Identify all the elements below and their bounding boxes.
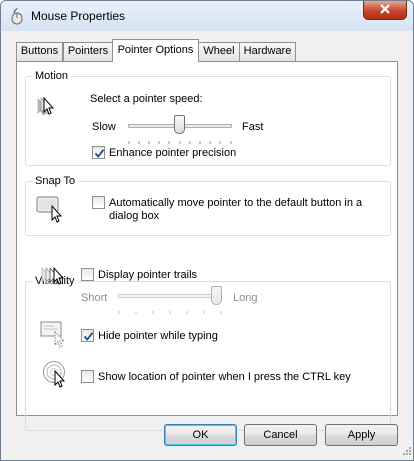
hide-while-typing-icon [40,320,68,351]
show-location-checkbox[interactable] [81,370,94,383]
motion-group: Motion Select a pointer speed: Slow Fast… [25,70,391,166]
pointer-trails-track[interactable] [118,294,222,298]
mouse-icon [9,7,25,25]
hide-while-typing-checkbox[interactable] [81,329,94,342]
tab-hardware[interactable]: Hardware [239,42,296,61]
resize-grip-icon[interactable] [402,446,412,459]
apply-button[interactable]: Apply [325,424,398,446]
cancel-button[interactable]: Cancel [244,424,317,446]
tab-wheel[interactable]: Wheel [198,42,240,61]
snap-to-label-line1[interactable]: Automatically move pointer to the defaul… [109,197,362,210]
title-bar[interactable]: Mouse Properties [1,1,413,31]
enhance-precision-checkbox[interactable] [92,146,105,159]
window-title: Mouse Properties [31,9,126,23]
snap-to-checkbox[interactable] [92,196,105,209]
ok-button[interactable]: OK [164,424,237,446]
snap-to-group: Snap To Automatically move pointer to th… [25,175,391,236]
hide-while-typing-label[interactable]: Hide pointer while typing [98,330,218,343]
snap-to-label-line2[interactable]: dialog box [109,210,159,223]
pointer-trails-slider-thumb[interactable] [211,286,222,305]
pointer-trails-icon [40,266,72,293]
tab-pointer-options[interactable]: Pointer Options [112,39,199,62]
pointer-speed-icon [36,95,62,124]
close-button[interactable] [363,1,407,20]
pointer-trails-checkbox[interactable] [81,268,94,281]
tab-pointers[interactable]: Pointers [63,42,113,61]
pointer-speed-ticks [128,135,232,144]
pointer-trails-label[interactable]: Display pointer trails [98,269,197,282]
pointer-trails-ticks [118,305,222,314]
close-icon [379,3,391,17]
pointer-speed-slider-thumb[interactable] [174,115,185,134]
long-label: Long [233,292,258,304]
enhance-precision-label[interactable]: Enhance pointer precision [109,147,236,160]
pointer-options-panel: Motion Select a pointer speed: Slow Fast… [16,61,398,431]
snap-to-group-label: Snap To [32,175,79,188]
short-label: Short [81,292,108,304]
tab-buttons[interactable]: Buttons [16,42,63,61]
visibility-group: Visibility [25,275,391,431]
slow-label: Slow [92,121,116,133]
snap-to-button-icon [36,196,66,227]
fast-label: Fast [242,121,264,133]
show-location-label[interactable]: Show location of pointer when I press th… [98,371,351,384]
show-location-icon [42,359,72,392]
pointer-speed-label: Select a pointer speed: [90,93,203,105]
motion-group-label: Motion [32,70,72,83]
